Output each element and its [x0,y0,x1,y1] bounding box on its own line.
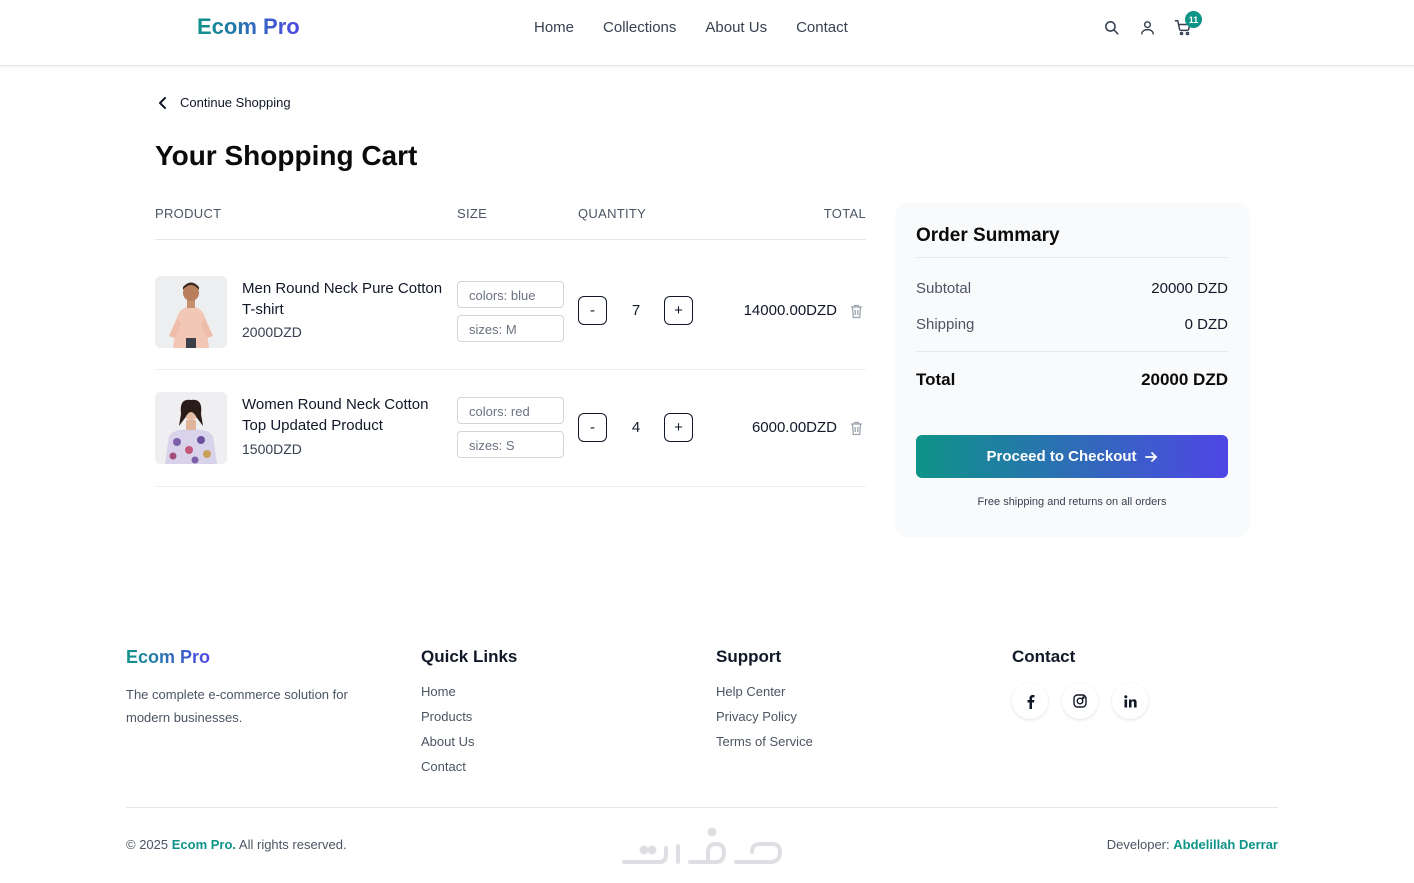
footer-link-help-center[interactable]: Help Center [716,683,813,700]
total-label: Total [916,370,956,389]
product-unit-price: 1500DZD [242,441,302,457]
size-chip: sizes: M [457,315,564,342]
increase-quantity-button[interactable]: + [664,296,693,325]
footer-description: The complete e-commerce solution for mod… [126,687,348,725]
summary-divider [916,257,1228,258]
header-total: TOTAL [823,206,866,221]
size-chip: sizes: S [457,431,564,458]
copyright-prefix: © 2025 [126,837,172,852]
subtotal-label: Subtotal [916,280,972,297]
decrease-quantity-button[interactable]: - [578,413,607,442]
increase-quantity-button[interactable]: + [664,413,693,442]
chevron-left-icon [159,96,166,109]
copyright: © 2025 Ecom Pro. All rights reserved. [126,837,347,852]
footer-link-home[interactable]: Home [421,683,474,700]
cart-table-header: PRODUCT SIZE QUANTITY TOTAL [155,203,866,240]
product-unit-price: 2000DZD [242,324,302,340]
subtotal-row: Subtotal 20000 DZD [916,280,1228,297]
cart-count-badge: 11 [1185,11,1202,28]
support-links-list: Help Center Privacy Policy Terms of Serv… [716,683,813,750]
checkout-label: Proceed to Checkout [986,448,1137,465]
total-row: Total 20000 DZD [916,370,1228,390]
linkedin-icon[interactable] [1112,683,1148,719]
quick-links-title: Quick Links [421,647,518,666]
shipping-value: 0 DZD [1184,316,1228,333]
quantity-value: 4 [631,419,641,436]
trash-icon[interactable] [850,421,864,437]
brand-logo[interactable]: Ecom Pro [197,14,300,40]
footer-link-terms-of-service[interactable]: Terms of Service [716,733,813,750]
footer-link-privacy-policy[interactable]: Privacy Policy [716,708,813,725]
total-value: 20000 DZD [1141,370,1228,389]
facebook-icon[interactable] [1012,683,1048,719]
trash-icon[interactable] [850,304,864,320]
continue-shopping-label: Continue Shopping [180,95,291,110]
quantity-value: 7 [631,302,641,319]
row-total: 14000.00DZD [743,302,837,319]
developer-label: Developer: [1106,837,1174,852]
support-title: Support [716,647,782,666]
nav-about-us[interactable]: About Us [705,19,767,36]
summary-divider [916,351,1228,352]
row-total: 6000.00DZD [751,419,837,436]
site-header: Ecom Pro Home Collections About Us Conta… [0,0,1414,66]
page-title: Your Shopping Cart [155,140,418,171]
watermark-logo [622,827,783,864]
quick-links-list: Home Products About Us Contact [421,683,474,775]
instagram-icon[interactable] [1062,683,1098,719]
arrow-right-icon [1144,451,1157,462]
nav-collections[interactable]: Collections [603,19,676,36]
continue-shopping-link[interactable]: Continue Shopping [158,95,291,110]
nav-contact[interactable]: Contact [796,19,848,36]
shipping-note: Free shipping and returns on all orders [977,496,1167,508]
footer-brand[interactable]: Ecom Pro [126,647,210,668]
color-chip: colors: blue [457,281,564,308]
decrease-quantity-button[interactable]: - [578,296,607,325]
proceed-to-checkout-button[interactable]: Proceed to Checkout [916,435,1228,478]
order-summary-title: Order Summary [916,225,1060,246]
footer-link-products[interactable]: Products [421,708,474,725]
header-size: SIZE [457,206,488,221]
user-icon[interactable] [1138,18,1156,36]
nav-home[interactable]: Home [534,19,574,36]
shipping-label: Shipping [916,316,975,333]
contact-title: Contact [1012,647,1076,666]
color-chip: colors: red [457,397,564,424]
product-image[interactable] [155,392,227,464]
footer-link-contact[interactable]: Contact [421,758,474,775]
product-name[interactable]: Men Round Neck Pure Cotton T-shirt [242,278,452,320]
search-icon[interactable] [1102,18,1120,36]
footer-divider [126,807,1278,808]
cart-row: Men Round Neck Pure Cotton T-shirt 2000D… [155,253,866,370]
order-summary-card: Order Summary Subtotal 20000 DZD Shippin… [895,203,1250,537]
copyright-suffix: All rights reserved. [236,837,347,852]
cart-row: Women Round Neck Cotton Top Updated Prod… [155,370,866,487]
main-nav: Home Collections About Us Contact [534,19,848,36]
cart-icon[interactable]: 11 [1174,11,1202,36]
header-actions: 11 [1102,11,1202,36]
subtotal-value: 20000 DZD [1151,280,1228,297]
developer-credit: Developer: Abdelillah Derrar [1107,837,1278,852]
shipping-row: Shipping 0 DZD [916,316,1228,333]
product-name[interactable]: Women Round Neck Cotton Top Updated Prod… [242,394,452,436]
product-image[interactable] [155,276,227,348]
social-links [1012,683,1148,719]
developer-name[interactable]: Abdelillah Derrar [1173,837,1278,852]
copyright-brand: Ecom Pro. [171,837,237,852]
footer-link-about-us[interactable]: About Us [421,733,474,750]
header-quantity: QUANTITY [578,206,647,221]
header-product: PRODUCT [155,206,222,221]
